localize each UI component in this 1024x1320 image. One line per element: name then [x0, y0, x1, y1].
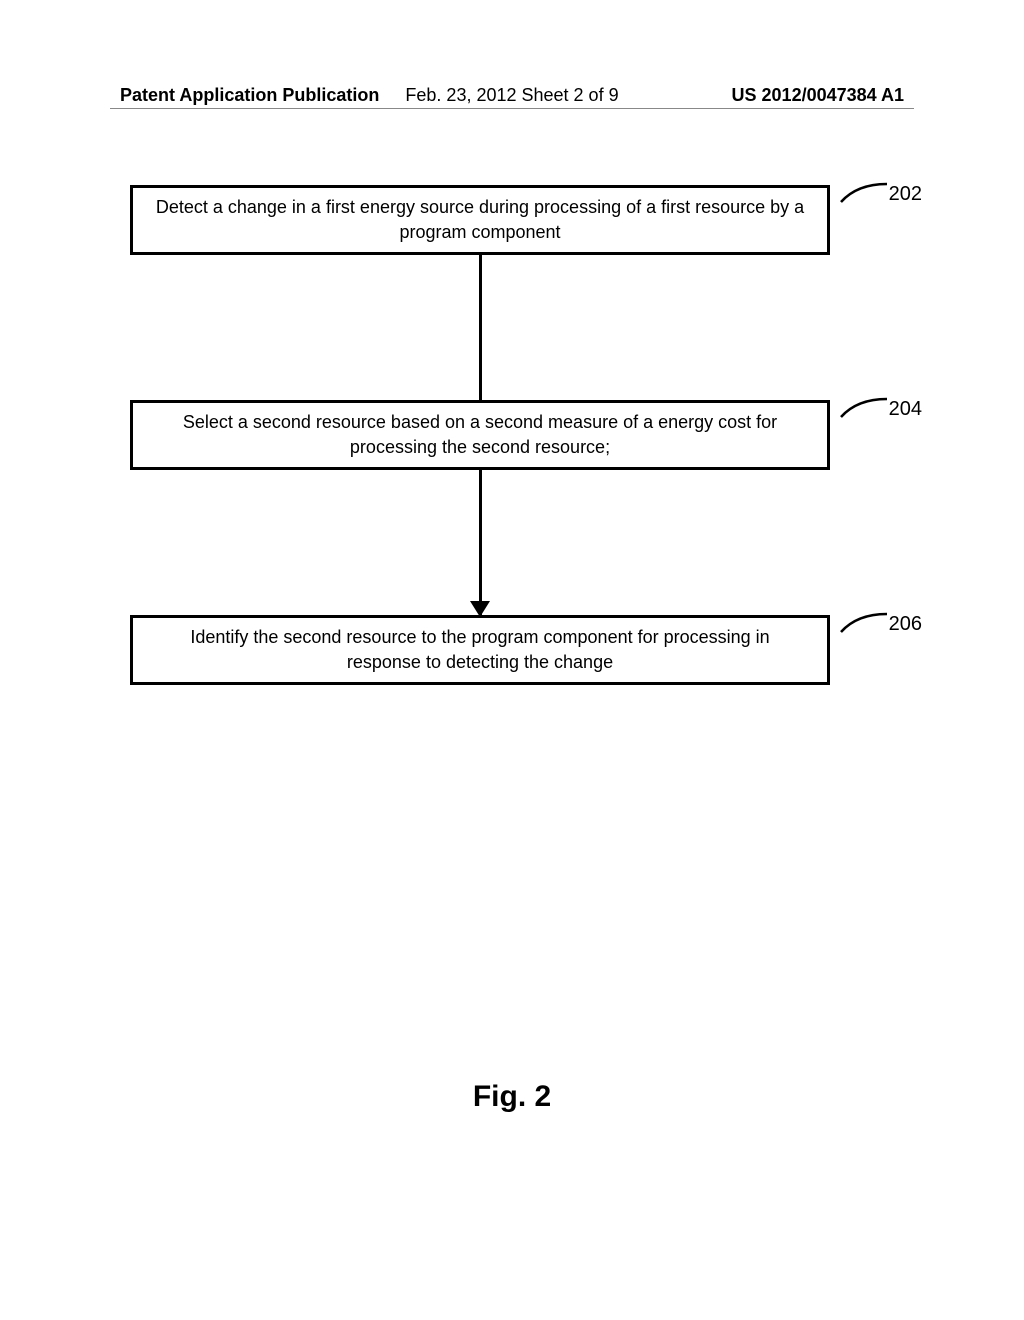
page-header: Patent Application Publication Feb. 23, … — [0, 85, 1024, 106]
flow-step-3: Identify the second resource to the prog… — [130, 615, 830, 685]
header-left-text: Patent Application Publication — [120, 85, 379, 106]
callout-line-1 — [839, 182, 889, 204]
header-divider — [110, 108, 914, 109]
flow-step-3-text: Identify the second resource to the prog… — [153, 625, 807, 675]
header-center-text: Feb. 23, 2012 Sheet 2 of 9 — [405, 85, 618, 106]
flowchart-diagram: Detect a change in a first energy source… — [130, 185, 830, 685]
connector-1 — [479, 255, 482, 400]
connector-2 — [479, 470, 482, 615]
flow-step-1: Detect a change in a first energy source… — [130, 185, 830, 255]
flow-step-1-text: Detect a change in a first energy source… — [153, 195, 807, 245]
flow-step-2-label: 204 — [889, 395, 922, 423]
header-right-text: US 2012/0047384 A1 — [732, 85, 904, 106]
flow-step-2: Select a second resource based on a seco… — [130, 400, 830, 470]
callout-line-2 — [839, 397, 889, 419]
callout-line-3 — [839, 612, 889, 634]
flow-step-2-text: Select a second resource based on a seco… — [153, 410, 807, 460]
figure-caption: Fig. 2 — [473, 1080, 551, 1114]
flow-step-3-label: 206 — [889, 610, 922, 638]
flow-step-1-label: 202 — [889, 180, 922, 208]
